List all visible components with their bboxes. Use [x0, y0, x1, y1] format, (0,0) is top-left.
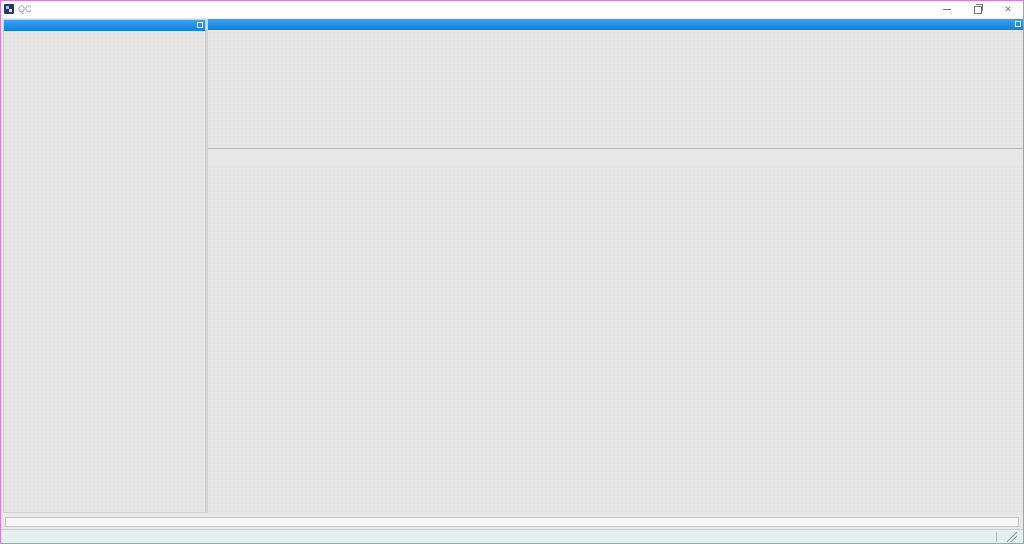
top-right-dock-panel [208, 19, 1023, 149]
dock-float-icon[interactable] [197, 22, 203, 28]
restore-icon [974, 3, 983, 14]
close-button[interactable]: ✕ [992, 1, 1023, 18]
maximize-button[interactable] [962, 1, 994, 18]
main-view-area [208, 165, 1023, 515]
top-right-dock-header[interactable] [208, 19, 1023, 30]
status-bar [1, 529, 1023, 543]
title-bar[interactable]: QC ✕ [1, 1, 1023, 18]
dock-float-icon[interactable] [1015, 21, 1021, 27]
horizontal-splitter[interactable] [208, 149, 1023, 165]
close-icon: ✕ [1004, 4, 1012, 14]
minimize-button[interactable] [931, 1, 963, 18]
app-logo-icon [4, 4, 14, 14]
left-dock-panel [3, 19, 206, 513]
app-window: QC ✕ [0, 0, 1024, 544]
minimize-icon [943, 9, 951, 10]
resize-grip-icon[interactable] [1007, 532, 1017, 542]
status-divider [996, 532, 997, 542]
left-dock-header[interactable] [4, 20, 205, 31]
window-title: QC [18, 4, 32, 14]
command-input[interactable] [5, 517, 1019, 527]
